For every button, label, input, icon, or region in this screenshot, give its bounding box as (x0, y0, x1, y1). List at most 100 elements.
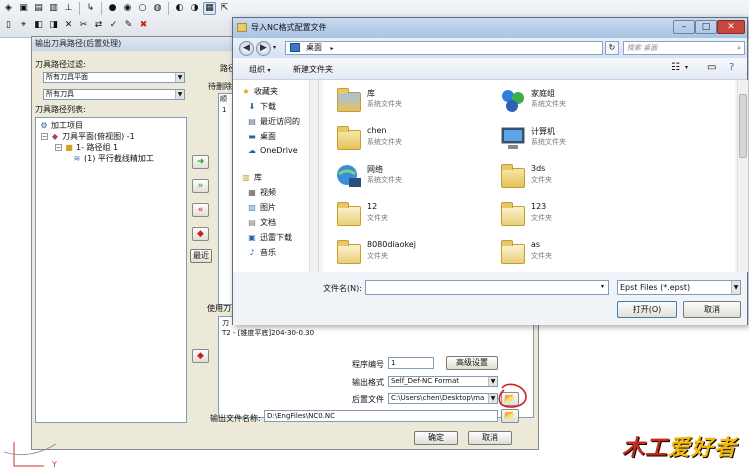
nav-item-video[interactable]: ▦ 视频 (247, 187, 276, 198)
nav-item-documents[interactable]: ▤ 文档 (247, 217, 276, 228)
select-icon[interactable]: ⇱ (218, 2, 231, 15)
pattern-icon[interactable]: ▦ (203, 2, 216, 15)
chevron-right-icon[interactable]: ▸ (331, 45, 334, 52)
nav-item-pictures[interactable]: ▨ 图片 (247, 202, 276, 213)
nav-item-recent[interactable]: ▤ 最近访问的 (247, 116, 300, 127)
tree-node-path[interactable]: ≋ (1) 平行截线精加工 (72, 153, 154, 164)
nav-item-library[interactable]: ▥ 库 (241, 172, 262, 183)
toolpath-tree[interactable]: ⚙ 加工项目 − ◆ 刀具平面(俯视图) -1 − ■ 1- 路径组 1 ≋ (… (35, 117, 187, 423)
view-side-icon[interactable]: ▥ (47, 2, 60, 15)
coordinate-icon[interactable]: ⊥ (62, 2, 75, 15)
filetype-select[interactable]: Epst Files (*.epst) ▼ (617, 280, 741, 295)
command-bar: 组织 ▾ 新建文件夹 ☷ ▾ ▭ ? (233, 58, 747, 80)
file-item-homegroup[interactable]: 家庭组 系统文件夹 (493, 84, 693, 120)
file-item-as[interactable]: as 文件夹 (493, 236, 693, 272)
use-tool-label: 使用刀 (207, 304, 231, 313)
mirror-icon[interactable]: ⇄ (92, 19, 105, 32)
trim-icon[interactable]: ✂ (77, 19, 90, 32)
advanced-settings-button[interactable]: 高级设置 (446, 356, 498, 370)
remove-tool-icon[interactable]: ◆ (192, 349, 209, 363)
view-options-icon[interactable]: ☷ (671, 62, 680, 73)
move-all-right-icon[interactable]: » (192, 179, 209, 193)
chevron-down-icon[interactable]: ▾ (685, 64, 688, 71)
nav-item-music[interactable]: ♪ 音乐 (247, 247, 276, 258)
move-all-left-icon[interactable]: « (192, 203, 209, 217)
new-folder-button[interactable]: 新建文件夹 (293, 64, 333, 75)
star-icon: ★ (242, 87, 250, 96)
nav-scrollbar[interactable] (309, 80, 318, 272)
preview-pane-icon[interactable]: ▭ (707, 62, 716, 73)
user-folder-icon (335, 124, 363, 154)
collapse-icon[interactable]: − (55, 144, 62, 151)
nav-item-desktop[interactable]: ▬ 桌面 (247, 131, 276, 142)
open-button[interactable]: 打开(O) (617, 301, 677, 318)
ok-button[interactable]: 确定 (414, 431, 458, 445)
file-item-3ds[interactable]: 3ds 文件夹 (493, 160, 693, 196)
post-file-select[interactable]: C:\Users\chen\Desktop\ma ▼ (388, 393, 498, 404)
address-box[interactable]: 桌面 ▸ (285, 41, 603, 55)
axis-icon[interactable]: ↳ (84, 2, 97, 15)
tool-row[interactable]: T2 - [锥度平底]204-30-0.30 (222, 328, 314, 338)
chevron-down-icon[interactable]: ▾ (601, 283, 604, 290)
output-format-select[interactable]: Self_Def-NC Format ▼ (388, 376, 498, 387)
close-icon[interactable]: ✕ (717, 20, 745, 34)
nav-item-thunder[interactable]: ▣ 迅雷下载 (247, 232, 292, 243)
measure-icon[interactable]: ⌖ (17, 19, 30, 32)
cloud-icon: ☁ (248, 146, 256, 155)
transform-icon[interactable]: ✕ (62, 19, 75, 32)
scroll-thumb[interactable] (739, 94, 747, 158)
cube-icon[interactable]: ◈ (2, 2, 15, 15)
forward-icon[interactable]: ▶ (256, 41, 271, 56)
file-type: 文件夹 (367, 214, 388, 222)
check-icon[interactable]: ✓ (107, 19, 120, 32)
nav-item-download[interactable]: ⬇ 下载 (247, 101, 276, 112)
recent-button[interactable]: 最近 (190, 249, 212, 263)
sphere-icon[interactable]: ◉ (121, 2, 134, 15)
layer2-icon[interactable]: ◨ (47, 19, 60, 32)
view-icon[interactable]: ▣ (17, 2, 30, 15)
sphere-blue-icon[interactable]: ◍ (151, 2, 164, 15)
cancel-button[interactable]: 取消 (683, 301, 741, 318)
file-list-scrollbar[interactable] (737, 80, 748, 272)
globe-icon[interactable]: ◑ (188, 2, 201, 15)
help-icon[interactable]: ? (729, 62, 734, 73)
minimize-icon[interactable]: – (673, 20, 695, 34)
file-item-computer[interactable]: 计算机 系统文件夹 (493, 122, 693, 158)
page-icon[interactable]: ▯ (2, 19, 15, 32)
output-name-input[interactable]: D:\EngFiles\NC0.NC (264, 410, 498, 422)
refresh-icon[interactable]: ↻ (605, 41, 619, 55)
nav-item-onedrive[interactable]: ☁ OneDrive (247, 146, 298, 155)
view-front-icon[interactable]: ▤ (32, 2, 45, 15)
collapse-icon[interactable]: − (41, 133, 48, 140)
organize-menu[interactable]: 组织 ▾ (249, 64, 271, 75)
filter-plane-select[interactable]: 所有刀具平面 ▼ (43, 72, 185, 83)
filter-label: 刀具路径过滤: (35, 60, 86, 69)
file-type: 系统文件夹 (531, 100, 566, 108)
file-item-123[interactable]: 123 文件夹 (493, 198, 693, 234)
layer-icon[interactable]: ◧ (32, 19, 45, 32)
picture-icon: ▨ (248, 203, 256, 212)
back-icon[interactable]: ◀ (239, 41, 254, 56)
browse-output-icon[interactable]: 📂 (501, 409, 519, 423)
filter-tool-select[interactable]: 所有刀具 ▼ (43, 89, 185, 100)
move-left-icon[interactable]: ◆ (192, 227, 209, 241)
shade-icon[interactable]: ● (106, 2, 119, 15)
program-no-input[interactable]: 1 (388, 357, 434, 369)
address-bar: ◀ ▶ ▾ 桌面 ▸ ↻ 搜索 桌面 ⌕ (233, 38, 747, 58)
cup-icon[interactable]: ◐ (173, 2, 186, 15)
filename-input[interactable] (365, 280, 609, 295)
move-right-icon[interactable]: ➜ (192, 155, 209, 169)
cancel-button[interactable]: 取消 (468, 431, 512, 445)
tree-node-group[interactable]: − ■ 1- 路径组 1 (55, 142, 118, 153)
delete-icon[interactable]: ✖ (137, 19, 150, 32)
search-input[interactable]: 搜索 桌面 ⌕ (623, 41, 745, 55)
tree-node-root[interactable]: ⚙ 加工项目 (39, 120, 83, 131)
circle-icon[interactable]: ○ (136, 2, 149, 15)
desktop-icon: ▬ (248, 132, 256, 141)
edit-icon[interactable]: ✎ (122, 19, 135, 32)
nav-label: 库 (254, 173, 262, 182)
chevron-down-icon[interactable]: ▾ (273, 44, 276, 51)
nav-item-favorites[interactable]: ★ 收藏夹 (241, 86, 278, 97)
maximize-icon[interactable]: □ (695, 20, 717, 34)
tree-node-plane[interactable]: − ◆ 刀具平面(俯视图) -1 (41, 131, 135, 142)
